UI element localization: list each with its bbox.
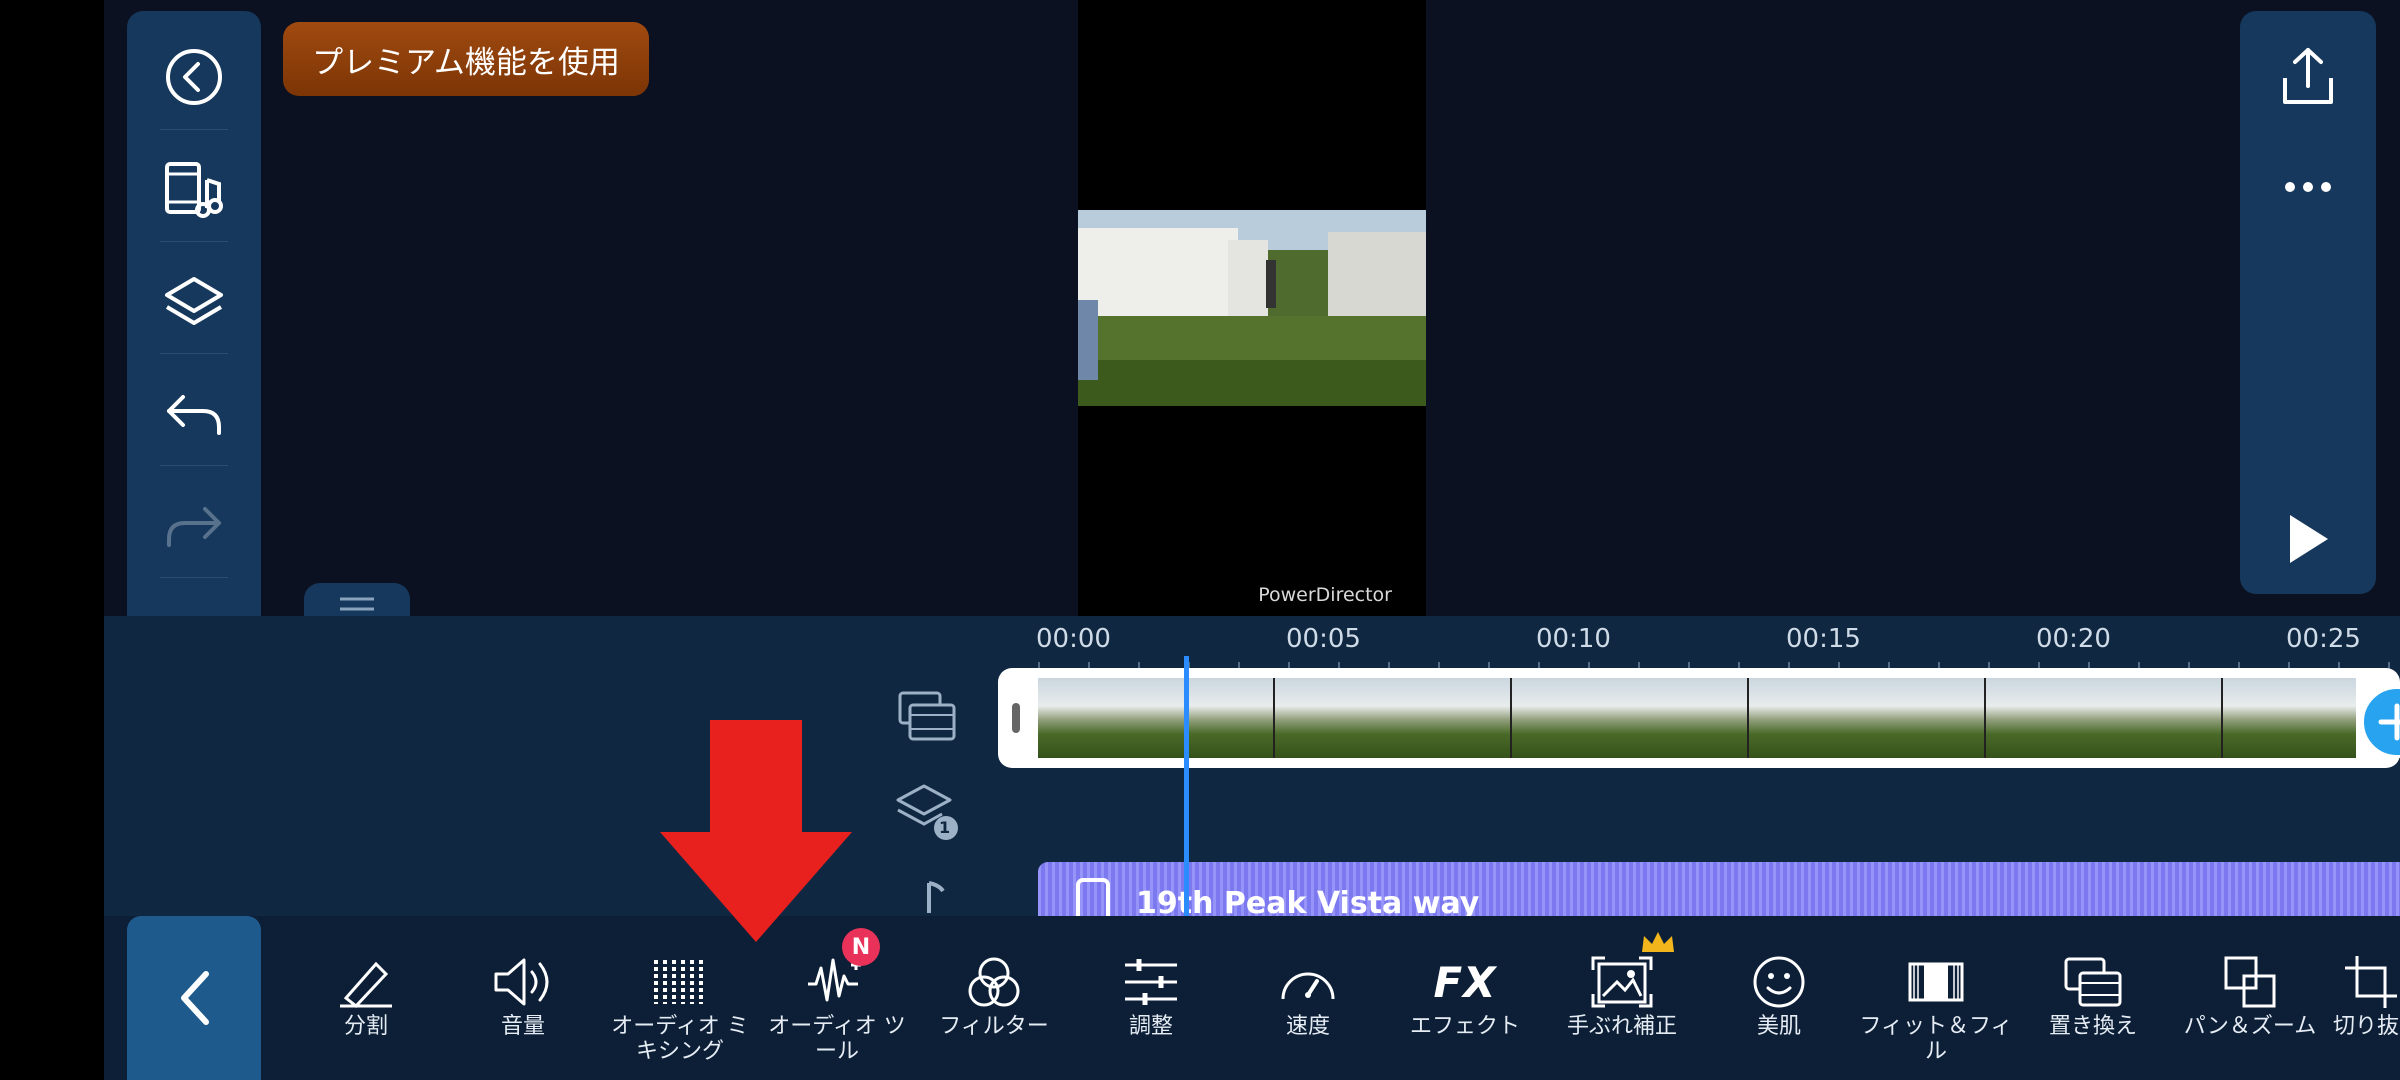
tool-adjust[interactable]: 調整 — [1073, 952, 1229, 1039]
export-button[interactable] — [2240, 27, 2376, 127]
filter-circles-icon — [968, 957, 1020, 1007]
timeline[interactable]: 00:00 00:05 00:10 00:15 00:20 00:25 19th… — [104, 616, 2400, 942]
preview-frame — [1078, 210, 1426, 406]
tool-label: エフェクト — [1409, 1014, 1520, 1039]
more-options-button[interactable] — [2240, 137, 2376, 237]
clip-thumbnail — [1986, 678, 2223, 758]
premium-label: プレミアム機能を使用 — [312, 44, 620, 81]
media-library-button[interactable] — [127, 151, 261, 231]
volume-icon — [494, 958, 549, 1006]
tick-label: 00:10 — [1536, 624, 1611, 654]
tool-label: フィット＆フィル — [1859, 1014, 2013, 1064]
stabilizer-image-icon — [1591, 956, 1653, 1008]
undo-icon — [167, 395, 221, 435]
tool-label: 調整 — [1128, 1014, 1173, 1039]
annotation-arrow-icon — [660, 720, 852, 942]
redo-icon — [167, 507, 221, 547]
tool-label: 美肌 — [1756, 1014, 1801, 1039]
undo-button[interactable] — [127, 375, 261, 455]
tool-audio-mixing[interactable]: オーディオ ミキシング — [602, 952, 758, 1064]
tool-label: 手ぶれ補正 — [1566, 1014, 1677, 1039]
plus-icon — [2378, 703, 2400, 741]
tool-label: パン＆ズーム — [2183, 1014, 2317, 1039]
premium-crown-icon — [1642, 932, 1674, 952]
tool-label: フィルター — [939, 1014, 1049, 1039]
tool-speed[interactable]: 速度 — [1230, 952, 1386, 1039]
back-circle-icon — [166, 49, 222, 105]
tool-filter[interactable]: フィルター — [916, 952, 1072, 1039]
pan-zoom-icon — [2224, 956, 2276, 1008]
media-music-icon — [165, 162, 223, 218]
tool-label: 速度 — [1285, 1014, 1330, 1039]
clip-thumbnail — [1749, 678, 1986, 758]
editor-stage: プレミアム機能を使用 PowerDirector 00:00 00:05 00:… — [104, 0, 2400, 1080]
clip-thumbnail — [1038, 678, 1275, 758]
tick-label: 00:25 — [2286, 624, 2361, 654]
video-track-icon[interactable] — [892, 680, 962, 750]
tool-fit-fill[interactable]: フィット＆フィル — [1858, 952, 2014, 1064]
tool-stabilizer[interactable]: 手ぶれ補正 — [1544, 952, 1700, 1039]
clip-thumbnail — [1512, 678, 1749, 758]
preview-scene — [1078, 210, 1426, 406]
share-upload-icon — [2283, 48, 2333, 104]
edit-toolbar: 分割 音量 オーディオ ミキシング オーディオ ツール N フィルター 調整 速… — [104, 916, 2400, 1080]
tool-split[interactable]: 分割 — [288, 952, 444, 1039]
tool-label: オーディオ ミキシング — [611, 1014, 749, 1064]
toolbar-back-button[interactable] — [127, 916, 261, 1080]
video-clip[interactable] — [1038, 678, 2356, 758]
video-clips-icon — [898, 691, 956, 741]
speedometer-icon — [1281, 972, 1335, 1000]
tool-label: 音量 — [500, 1014, 545, 1039]
tick-label: 00:20 — [2036, 624, 2111, 654]
fit-fill-icon — [1908, 962, 1964, 1002]
overlay-track-icon[interactable]: 1 — [892, 778, 962, 848]
face-smile-icon — [1753, 956, 1805, 1008]
tick-label: 00:15 — [1786, 624, 1861, 654]
chevron-left-icon — [181, 971, 209, 1025]
layers-icon — [165, 277, 223, 325]
layers-button[interactable] — [127, 263, 261, 343]
tool-crop[interactable]: 切り抜 — [2329, 952, 2400, 1039]
sliders-icon — [1125, 959, 1177, 1005]
tool-skin-smoothing[interactable]: 美肌 — [1701, 952, 1857, 1039]
redo-button[interactable] — [127, 487, 261, 567]
tool-label: 切り抜 — [2333, 1014, 2400, 1039]
tool-effect[interactable]: FX エフェクト — [1387, 952, 1543, 1040]
tool-label: オーディオ ツール — [768, 1014, 906, 1064]
tool-label: 置き換え — [2048, 1014, 2137, 1039]
tool-volume[interactable]: 音量 — [445, 952, 601, 1039]
back-button[interactable] — [127, 37, 261, 117]
fx-icon: FX — [1433, 957, 1497, 1007]
clip-trim-handle-left[interactable] — [1012, 703, 1020, 733]
tool-pan-zoom[interactable]: パン＆ズーム — [2172, 952, 2328, 1039]
split-pen-icon — [340, 961, 392, 1008]
video-preview[interactable]: PowerDirector — [1078, 0, 1426, 616]
play-button[interactable] — [2240, 489, 2376, 589]
clip-thumbnail — [2223, 678, 2356, 758]
crop-icon — [2345, 956, 2397, 1008]
tick-label: 00:00 — [1036, 624, 1111, 654]
watermark: PowerDirector — [1258, 584, 1392, 606]
tool-replace[interactable]: 置き換え — [2015, 952, 2171, 1039]
video-clip-track[interactable] — [998, 668, 2400, 768]
play-icon — [2290, 515, 2328, 563]
right-rail — [2240, 11, 2376, 594]
layer-count: 1 — [939, 818, 951, 837]
audio-mixer-icon — [654, 960, 703, 1004]
tool-label: 分割 — [343, 1014, 388, 1039]
tool-audio-tools[interactable]: オーディオ ツール — [759, 952, 915, 1064]
tick-label: 00:05 — [1286, 624, 1361, 654]
premium-features-button[interactable]: プレミアム機能を使用 — [283, 22, 649, 96]
replace-clip-icon — [2064, 957, 2122, 1007]
playhead[interactable] — [1184, 656, 1189, 920]
more-dots-icon — [2285, 182, 2331, 192]
clip-thumbnail — [1275, 678, 1512, 758]
